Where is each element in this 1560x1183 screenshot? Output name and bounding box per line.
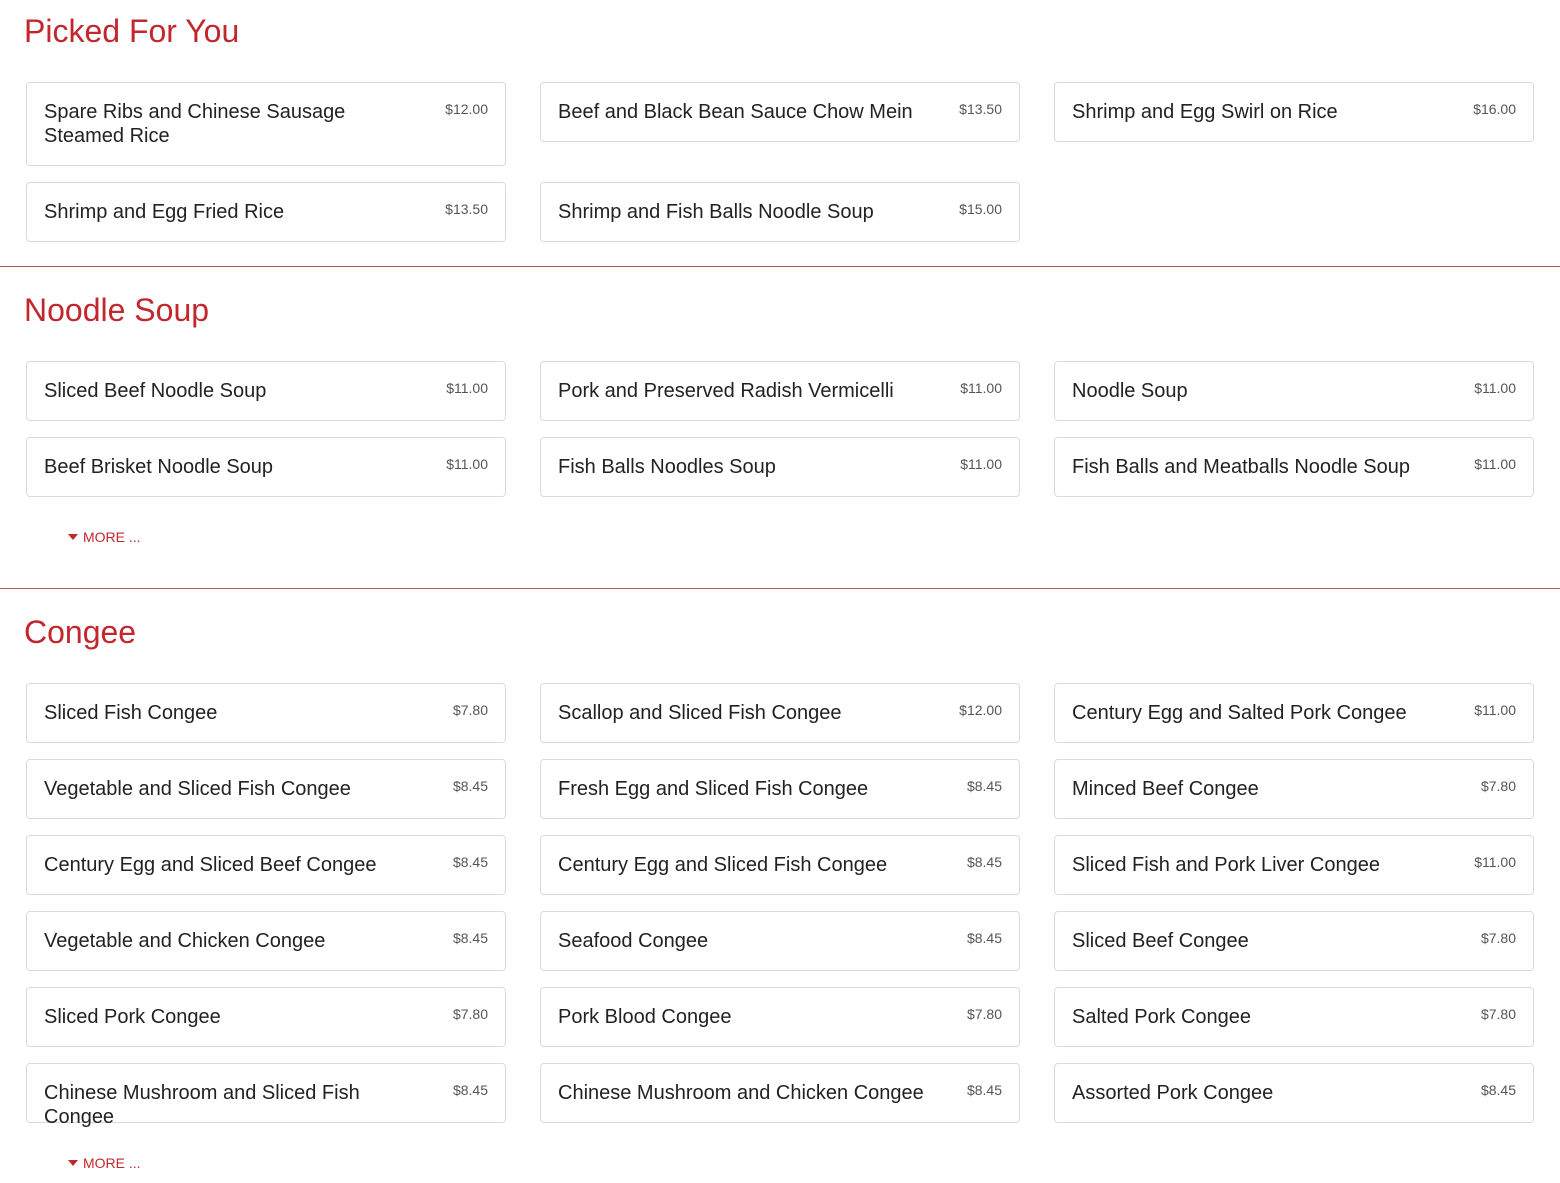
menu-item-card[interactable]: Century Egg and Salted Pork Congee $11.0… <box>1054 683 1534 743</box>
menu-item-price: $11.00 <box>446 380 488 396</box>
menu-item-card[interactable]: Sliced Fish Congee $7.80 <box>26 683 506 743</box>
menu-item-name: Pork and Preserved Radish Vermicelli <box>558 380 894 402</box>
menu-item-card[interactable]: Chinese Mushroom and Chicken Congee $8.4… <box>540 1063 1020 1123</box>
menu-item-name: Shrimp and Fish Balls Noodle Soup <box>558 201 874 223</box>
menu-item-price: $13.50 <box>959 101 1002 117</box>
caret-down-icon <box>68 1160 78 1166</box>
menu-item-card[interactable]: Minced Beef Congee $7.80 <box>1054 759 1534 819</box>
menu-item-price: $7.80 <box>966 1006 1002 1022</box>
menu-item-price: $8.45 <box>966 778 1002 794</box>
more-button[interactable]: MORE ... <box>68 1155 141 1171</box>
menu-item-card[interactable]: Beef and Black Bean Sauce Chow Mein $13.… <box>540 82 1020 142</box>
menu-item-price: $11.00 <box>446 456 488 472</box>
menu-item-card[interactable]: Beef Brisket Noodle Soup $11.00 <box>26 437 506 497</box>
menu-item-name: Seafood Congee <box>558 930 709 952</box>
caret-down-icon <box>68 534 78 540</box>
menu-item-price: $7.80 <box>452 1006 488 1022</box>
menu-item-price: $8.45 <box>966 854 1002 870</box>
menu-item-name: Noodle Soup <box>1072 380 1188 402</box>
menu-item-price: $11.00 <box>1474 456 1516 472</box>
menu-item-price: $8.45 <box>966 1082 1002 1098</box>
menu-item-card[interactable]: Shrimp and Fish Balls Noodle Soup $15.00 <box>540 182 1020 242</box>
menu-item-price: $7.80 <box>1480 1006 1516 1022</box>
menu-item-price: $8.45 <box>452 930 488 946</box>
menu-item-name: Sliced Fish and Pork Liver Congee <box>1072 854 1380 876</box>
menu-item-card[interactable]: Chinese Mushroom and Sliced Fish Congee … <box>26 1063 506 1128</box>
menu-item-name: Fresh Egg and Sliced Fish Congee <box>558 778 869 800</box>
section-noodle-soup: Noodle Soup Sliced Beef Noodle Soup $11.… <box>0 267 1560 588</box>
section-picked-for-you: Picked For You Spare Ribs and Chinese Sa… <box>0 0 1560 266</box>
menu-item-price: $8.45 <box>1480 1082 1516 1098</box>
menu-item-card[interactable]: Sliced Pork Congee $7.80 <box>26 987 506 1047</box>
menu-item-card[interactable]: Scallop and Sliced Fish Congee $12.00 <box>540 683 1020 743</box>
menu-item-price: $12.00 <box>445 101 488 117</box>
menu-item-card[interactable]: Fresh Egg and Sliced Fish Congee $8.45 <box>540 759 1020 819</box>
menu-item-card[interactable]: Fish Balls and Meatballs Noodle Soup $11… <box>1054 437 1534 497</box>
menu-item-name: Chinese Mushroom and Sliced Fish Congee <box>44 1082 360 1128</box>
menu-item-card[interactable]: Century Egg and Sliced Beef Congee $8.45 <box>26 835 506 895</box>
menu-item-name: Century Egg and Salted Pork Congee <box>1072 702 1407 724</box>
menu-item-card[interactable]: Shrimp and Egg Fried Rice $13.50 <box>26 182 506 242</box>
menu-item-name: Sliced Beef Noodle Soup <box>44 380 267 402</box>
menu-item-price: $16.00 <box>1473 101 1516 117</box>
menu-item-name: Vegetable and Chicken Congee <box>44 930 326 952</box>
menu-item-name: Shrimp and Egg Swirl on Rice <box>1072 101 1338 123</box>
more-button[interactable]: MORE ... <box>68 529 141 545</box>
menu-item-card[interactable]: Assorted Pork Congee $8.45 <box>1054 1063 1534 1123</box>
menu-item-card[interactable]: Vegetable and Sliced Fish Congee $8.45 <box>26 759 506 819</box>
menu-item-price: $7.80 <box>452 702 488 718</box>
menu-item-price: $11.00 <box>1474 854 1516 870</box>
menu-item-card[interactable]: Spare Ribs and Chinese Sausage Steamed R… <box>26 82 506 166</box>
menu-item-price: $12.00 <box>959 702 1002 718</box>
menu-item-name: Chinese Mushroom and Chicken Congee <box>558 1082 924 1104</box>
menu-item-price: $8.45 <box>452 854 488 870</box>
menu-item-name: Sliced Fish Congee <box>44 702 218 724</box>
menu-item-card[interactable]: Fish Balls Noodles Soup $11.00 <box>540 437 1020 497</box>
menu-item-name: Beef and Black Bean Sauce Chow Mein <box>558 101 913 123</box>
menu-item-card[interactable]: Pork Blood Congee $7.80 <box>540 987 1020 1047</box>
menu-item-name: Fish Balls Noodles Soup <box>558 456 776 478</box>
menu-item-name: Sliced Beef Congee <box>1072 930 1249 952</box>
more-label: MORE ... <box>83 529 141 545</box>
menu-item-name: Beef Brisket Noodle Soup <box>44 456 274 478</box>
menu-item-card[interactable]: Sliced Beef Congee $7.80 <box>1054 911 1534 971</box>
menu-item-name: Assorted Pork Congee <box>1072 1082 1274 1104</box>
menu-item-card[interactable]: Salted Pork Congee $7.80 <box>1054 987 1534 1047</box>
menu-item-price: $8.45 <box>452 778 488 794</box>
menu-item-card[interactable]: Pork and Preserved Radish Vermicelli $11… <box>540 361 1020 421</box>
menu-item-name: Sliced Pork Congee <box>44 1006 221 1028</box>
menu-item-price: $11.00 <box>960 456 1002 472</box>
menu-item-name: Fish Balls and Meatballs Noodle Soup <box>1072 456 1410 478</box>
section-title: Noodle Soup <box>24 292 210 328</box>
menu-item-price: $15.00 <box>959 201 1002 217</box>
menu-item-price: $11.00 <box>1474 380 1516 396</box>
menu-item-card[interactable]: Shrimp and Egg Swirl on Rice $16.00 <box>1054 82 1534 142</box>
menu-item-price: $8.45 <box>966 930 1002 946</box>
menu-item-card[interactable]: Noodle Soup $11.00 <box>1054 361 1534 421</box>
menu-item-price: $7.80 <box>1480 930 1516 946</box>
menu-item-name: Shrimp and Egg Fried Rice <box>44 201 285 223</box>
more-label: MORE ... <box>83 1155 141 1171</box>
menu-item-name: Pork Blood Congee <box>558 1006 732 1028</box>
menu-item-price: $11.00 <box>1474 702 1516 718</box>
menu-item-card[interactable]: Sliced Beef Noodle Soup $11.00 <box>26 361 506 421</box>
section-title: Picked For You <box>24 13 240 49</box>
menu-item-name: Century Egg and Sliced Beef Congee <box>44 854 377 876</box>
menu-item-card[interactable]: Vegetable and Chicken Congee $8.45 <box>26 911 506 971</box>
menu-item-name: Spare Ribs and Chinese Sausage Steamed R… <box>44 101 346 147</box>
menu-item-card[interactable]: Seafood Congee $8.45 <box>540 911 1020 971</box>
section-title: Congee <box>24 614 137 650</box>
section-congee: Congee Sliced Fish Congee $7.80 Scallop … <box>0 589 1560 1183</box>
menu-item-price: $13.50 <box>445 201 488 217</box>
menu-item-price: $8.45 <box>452 1082 488 1098</box>
menu-item-name: Scallop and Sliced Fish Congee <box>558 702 842 724</box>
menu-item-card[interactable]: Sliced Fish and Pork Liver Congee $11.00 <box>1054 835 1534 895</box>
menu-item-price: $7.80 <box>1480 778 1516 794</box>
menu-item-price: $11.00 <box>960 380 1002 396</box>
menu-item-name: Century Egg and Sliced Fish Congee <box>558 854 888 876</box>
menu-item-name: Vegetable and Sliced Fish Congee <box>44 778 351 800</box>
menu-item-name: Salted Pork Congee <box>1072 1006 1252 1028</box>
menu-item-name: Minced Beef Congee <box>1072 778 1259 800</box>
menu-item-card[interactable]: Century Egg and Sliced Fish Congee $8.45 <box>540 835 1020 895</box>
